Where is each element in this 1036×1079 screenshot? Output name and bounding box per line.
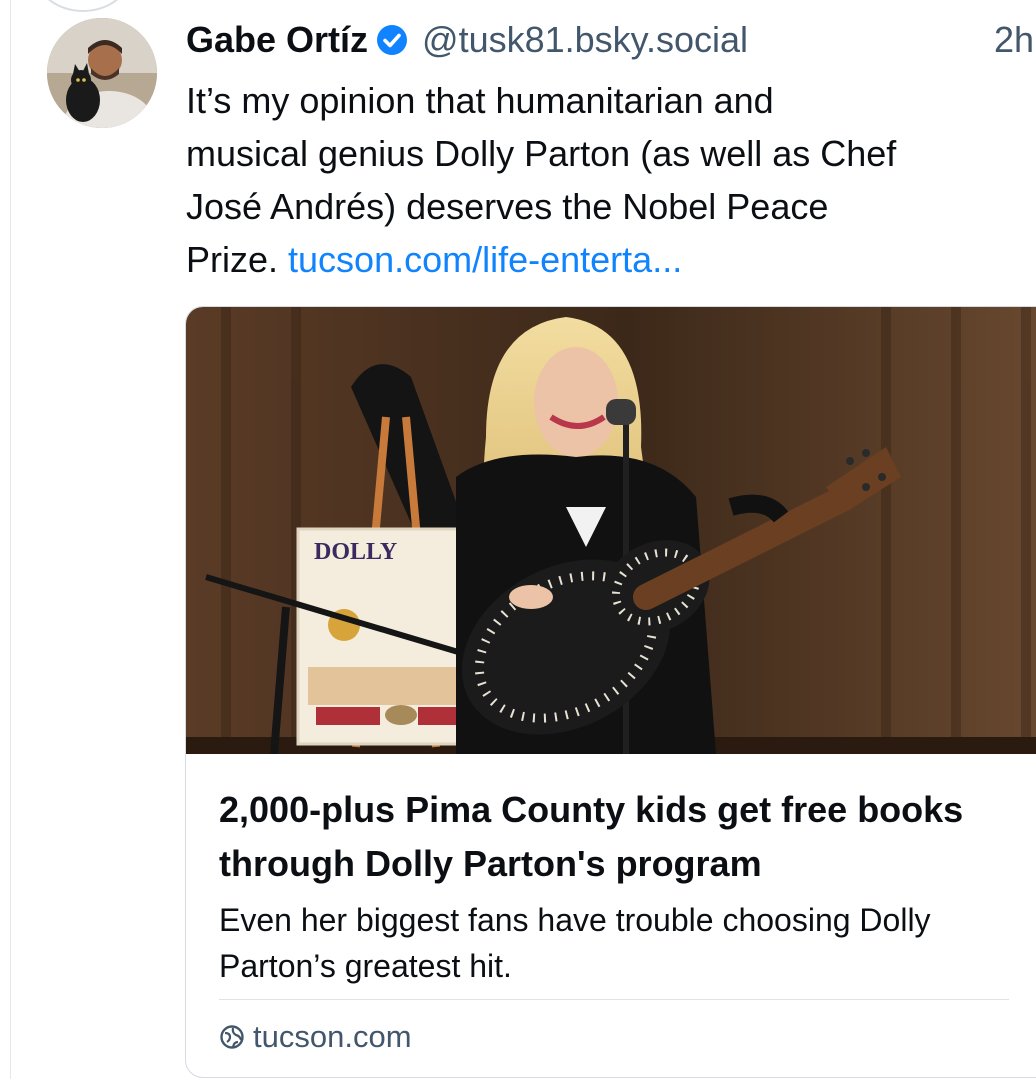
post-text-line: José Andrés) deserves the Nobel Peace <box>186 186 829 227</box>
author-display-name[interactable]: Gabe Ortíz <box>186 19 368 61</box>
link-preview-image: DOLLY <box>186 307 1036 754</box>
post-text: It’s my opinion that humanitarian and mu… <box>186 74 1036 286</box>
link-preview-domain: tucson.com <box>219 1017 412 1057</box>
card-divider <box>219 999 1009 1000</box>
thread-divider <box>10 0 11 1079</box>
previous-post-avatar-edge <box>36 0 130 12</box>
author-handle[interactable]: @tusk81.bsky.social <box>422 19 748 61</box>
author-avatar[interactable] <box>47 18 157 128</box>
post-text-line: It’s my opinion that humanitarian and <box>186 80 774 121</box>
post-header: Gabe Ortíz @tusk81.bsky.social <box>186 14 748 66</box>
post-text-prefix: Prize. <box>186 239 289 280</box>
post-link[interactable]: tucson.com/life-enterta... <box>288 239 682 280</box>
post-text-last-line: Prize. tucson.com/life-enterta... <box>186 233 1036 286</box>
post-timestamp[interactable]: 2h <box>994 14 1034 66</box>
verified-badge-icon[interactable] <box>376 24 408 56</box>
link-preview-domain-text: tucson.com <box>253 1019 412 1054</box>
avatar-photo <box>47 18 157 128</box>
globe-icon <box>220 1025 244 1049</box>
link-preview-title[interactable]: 2,000-plus Pima County kids get free boo… <box>219 783 1019 891</box>
link-preview-card[interactable]: DOLLY 2,000-plus Pima County kids get fr… <box>185 306 1036 1078</box>
link-preview-description: Even her biggest fans have trouble choos… <box>219 902 931 984</box>
poster-title: DOLLY <box>314 539 397 565</box>
feed-page: Gabe Ortíz @tusk81.bsky.social 2h It’s m… <box>0 0 1036 1079</box>
post-text-line: musical genius Dolly Parton (as well as … <box>186 133 897 174</box>
